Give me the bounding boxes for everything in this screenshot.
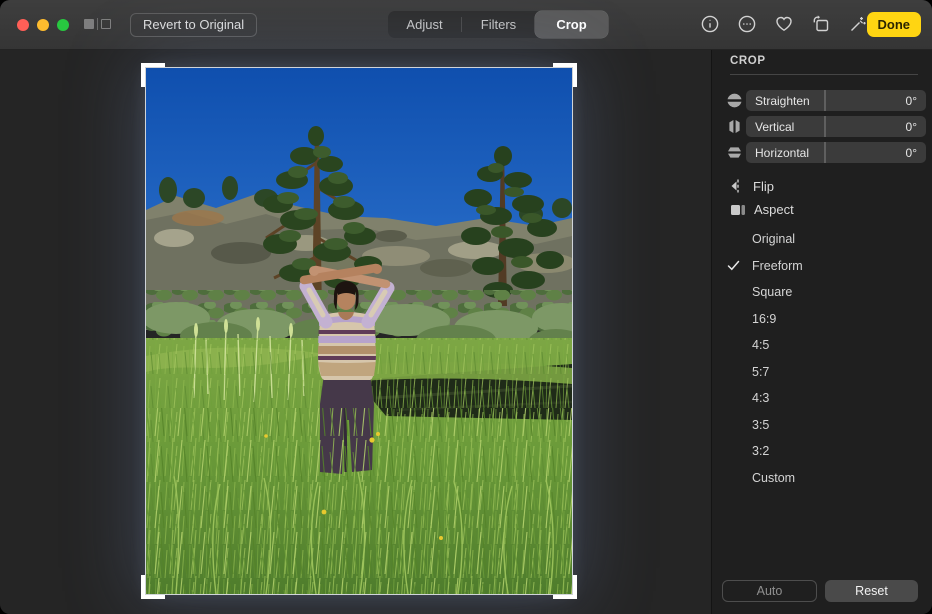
horizontal-slider[interactable]: Horizontal 0°: [746, 142, 926, 163]
crop-panel-title: CROP: [730, 55, 766, 67]
vertical-slider[interactable]: Vertical 0°: [746, 116, 926, 137]
straighten-slider-row: Straighten 0°: [722, 90, 926, 111]
crop-handle-top-right[interactable]: [553, 63, 577, 87]
aspect-icon: [730, 203, 746, 217]
slider-zero-tick: [824, 116, 826, 137]
more-icon[interactable]: [735, 12, 759, 36]
zoom-window-button[interactable]: [57, 19, 69, 31]
crop-selection[interactable]: [146, 68, 572, 594]
straighten-dial-icon: [722, 92, 746, 109]
vertical-slider-row: Vertical 0°: [722, 116, 926, 137]
crop-handle-bottom-left[interactable]: [141, 575, 165, 599]
tab-filters[interactable]: Filters: [462, 11, 535, 38]
vertical-value: 0°: [906, 120, 917, 134]
minimize-window-button[interactable]: [37, 19, 49, 31]
aspect-option-custom[interactable]: Custom: [712, 465, 932, 492]
aspect-option-3-2[interactable]: 3:2: [712, 438, 932, 465]
aspect-option-3-5[interactable]: 3:5: [712, 412, 932, 439]
aspect-option-16-9[interactable]: 16:9: [712, 306, 932, 333]
photo: [146, 68, 572, 594]
tab-crop[interactable]: Crop: [535, 11, 608, 38]
editing-canvas: [0, 50, 711, 614]
thumbnail-compare-icon[interactable]: [84, 18, 111, 30]
horizontal-value: 0°: [906, 146, 917, 160]
toolbar: Revert to Original Adjust Filters Crop: [0, 0, 932, 50]
divider: [97, 18, 98, 30]
done-button[interactable]: Done: [867, 12, 922, 37]
horizontal-perspective-icon: [722, 144, 746, 161]
close-window-button[interactable]: [17, 19, 29, 31]
check-icon: [727, 259, 740, 272]
aspect-option-5-7[interactable]: 5:7: [712, 359, 932, 386]
slider-zero-tick: [824, 90, 826, 111]
crop-handle-top-left[interactable]: [141, 63, 165, 87]
flip-label: Flip: [753, 179, 774, 194]
revert-to-original-button[interactable]: Revert to Original: [130, 13, 257, 37]
aspect-option-square[interactable]: Square: [712, 279, 932, 306]
divider: [730, 74, 918, 75]
crop-rotate-icon[interactable]: [809, 12, 833, 36]
auto-button[interactable]: Auto: [722, 580, 817, 602]
photos-edit-window: Revert to Original Adjust Filters Crop: [0, 0, 932, 614]
slider-zero-tick: [824, 142, 826, 163]
crop-handle-bottom-right[interactable]: [553, 575, 577, 599]
flip-icon: [730, 178, 745, 194]
outline-square-icon: [101, 19, 111, 29]
aspect-label: Aspect: [754, 202, 794, 217]
aspect-header: Aspect: [730, 202, 794, 217]
filled-square-icon: [84, 19, 94, 29]
straighten-slider[interactable]: Straighten 0°: [746, 90, 926, 111]
aspect-options-list: Original Freeform Square 16:9 4:5 5:7 4: [712, 226, 932, 491]
edit-mode-segmented-control: Adjust Filters Crop: [388, 11, 608, 38]
crop-sidebar: CROP Straighten 0°: [711, 50, 932, 614]
reset-button[interactable]: Reset: [825, 580, 918, 602]
info-icon[interactable]: [698, 12, 722, 36]
aspect-option-original[interactable]: Original: [712, 226, 932, 253]
tab-adjust[interactable]: Adjust: [388, 11, 461, 38]
aspect-option-4-5[interactable]: 4:5: [712, 332, 932, 359]
vertical-perspective-icon: [722, 118, 746, 135]
flip-button[interactable]: Flip: [730, 178, 774, 194]
favorite-icon[interactable]: [772, 12, 796, 36]
straighten-value: 0°: [906, 94, 917, 108]
aspect-option-4-3[interactable]: 4:3: [712, 385, 932, 412]
horizontal-slider-row: Horizontal 0°: [722, 142, 926, 163]
aspect-option-freeform[interactable]: Freeform: [712, 253, 932, 280]
